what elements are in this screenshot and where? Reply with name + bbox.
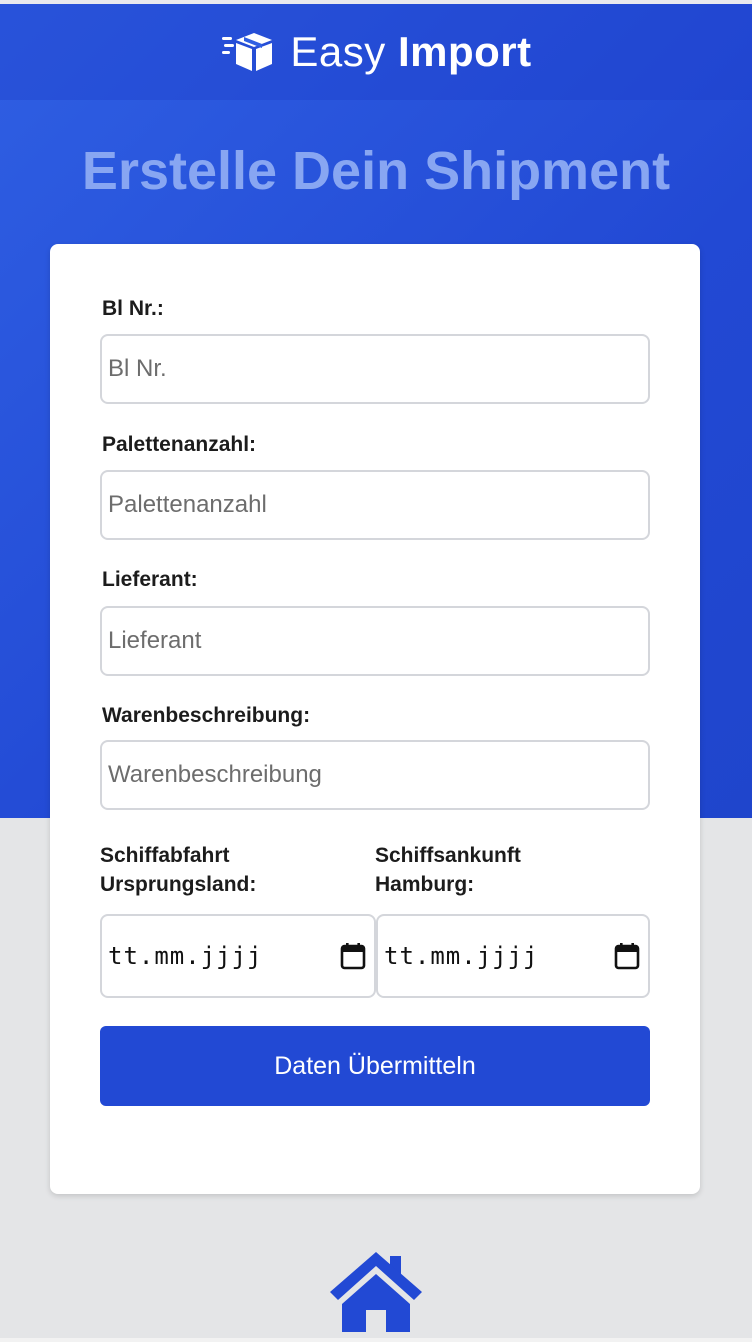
schiffsankunft-label: Schiffsankunft Hamburg: bbox=[375, 841, 521, 899]
home-icon[interactable] bbox=[330, 1252, 422, 1332]
lieferant-input[interactable] bbox=[100, 606, 650, 676]
palettenanzahl-input[interactable] bbox=[100, 470, 650, 540]
lieferant-label: Lieferant: bbox=[102, 568, 198, 591]
page-title: Erstelle Dein Shipment bbox=[81, 141, 671, 201]
brand-name-light: Easy bbox=[290, 28, 386, 75]
warenbeschreibung-input[interactable] bbox=[100, 740, 650, 810]
schiffabfahrt-date-input[interactable]: tt.mm.jjjj bbox=[100, 914, 376, 998]
warenbeschreibung-label: Warenbeschreibung: bbox=[102, 704, 311, 727]
bottom-divider bbox=[0, 1338, 752, 1342]
calendar-icon[interactable] bbox=[614, 942, 640, 970]
schiffabfahrt-label-line2: Ursprungsland: bbox=[100, 873, 257, 896]
palettenanzahl-label: Palettenanzahl: bbox=[102, 433, 257, 456]
shipment-form: Bl Nr.: Palettenanzahl: Lieferant: Waren… bbox=[50, 244, 700, 1194]
calendar-icon[interactable] bbox=[340, 942, 366, 970]
package-box-icon bbox=[222, 33, 273, 71]
submit-button[interactable]: Daten Übermitteln bbox=[100, 1026, 650, 1106]
bl-nr-label: Bl Nr.: bbox=[102, 297, 164, 320]
schiffabfahrt-label: Schiffabfahrt Ursprungsland: bbox=[100, 841, 256, 899]
schiffabfahrt-date-value: tt.mm.jjjj bbox=[108, 942, 263, 970]
schiffsankunft-label-line2: Hamburg: bbox=[375, 873, 475, 896]
brand-logo[interactable]: Easy Import bbox=[220, 28, 531, 76]
schiffsankunft-label-line1: Schiffsankunft bbox=[375, 844, 521, 867]
schiffabfahrt-label-line1: Schiffabfahrt bbox=[100, 844, 230, 867]
bl-nr-input[interactable] bbox=[100, 334, 650, 404]
schiffsankunft-date-value: tt.mm.jjjj bbox=[384, 942, 539, 970]
schiffsankunft-date-input[interactable]: tt.mm.jjjj bbox=[376, 914, 650, 998]
brand-name-bold: Import bbox=[397, 28, 532, 75]
app-header: Easy Import bbox=[0, 4, 752, 100]
